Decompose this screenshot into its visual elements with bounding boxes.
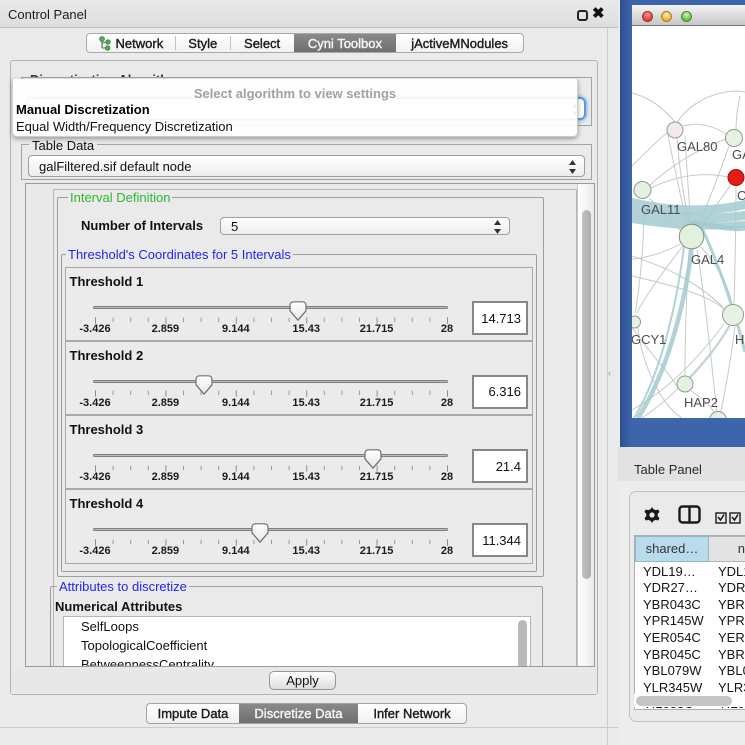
svg-text:C: C — [737, 188, 745, 203]
svg-text:GAL: GAL — [732, 147, 745, 162]
svg-text:GCY1: GCY1 — [632, 332, 666, 347]
svg-text:GAL4: GAL4 — [691, 252, 724, 267]
svg-text:HAP2: HAP2 — [684, 395, 718, 410]
svg-text:H: H — [735, 332, 744, 347]
svg-text:GAL80: GAL80 — [677, 139, 717, 154]
svg-text:GAL11: GAL11 — [641, 202, 681, 217]
